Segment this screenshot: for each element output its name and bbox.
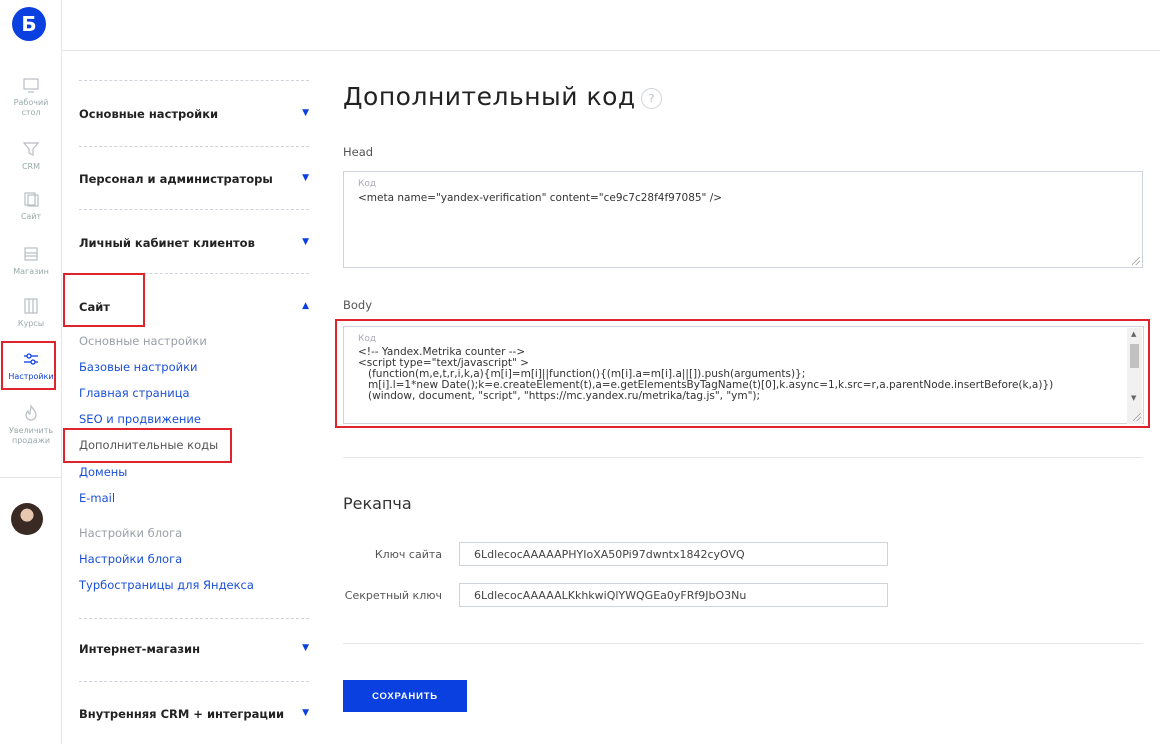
chevron-down-icon: ▼	[302, 237, 309, 247]
rail-divider	[0, 477, 62, 478]
flame-icon	[25, 404, 37, 421]
rail-label-crm: CRM	[21, 162, 41, 171]
rail-label-desktop: Рабочий стол	[13, 98, 49, 117]
submenu-blog-settings[interactable]: Настройки блога	[79, 552, 182, 566]
menu-section-basic[interactable]: Основные настройки ▼	[79, 107, 309, 121]
captcha-title: Рекапча	[343, 494, 412, 513]
submenu-email[interactable]: E-mail	[79, 491, 115, 505]
monitor-icon	[23, 78, 39, 93]
section-divider	[343, 643, 1143, 644]
chevron-down-icon: ▼	[302, 708, 309, 718]
submenu-basic-settings[interactable]: Основные настройки	[79, 334, 207, 348]
body-label: Body	[343, 298, 373, 312]
logo-glyph: Б	[21, 12, 37, 36]
submenu-seo[interactable]: SEO и продвижение	[79, 412, 201, 426]
chevron-down-icon: ▼	[302, 108, 309, 118]
chevron-down-icon: ▼	[302, 173, 309, 183]
book-icon	[24, 298, 38, 314]
left-rail: Б Рабочий стол CRM Сайт Магазин Курсы На…	[0, 0, 62, 744]
site-key-input[interactable]: 6LdlecocAAAAAPHYIoXA50Pi97dwntx1842cyOVQ	[459, 542, 888, 566]
menu-section-cabinet[interactable]: Личный кабинет клиентов ▼	[79, 236, 309, 250]
rail-label-store: Магазин	[13, 267, 49, 276]
submenu-home-page[interactable]: Главная страница	[79, 386, 190, 400]
menu-section-label: Персонал и администраторы	[79, 172, 273, 186]
menu-section-label: Личный кабинет клиентов	[79, 236, 255, 250]
menu-section-staff[interactable]: Персонал и администраторы ▼	[79, 172, 309, 186]
save-button[interactable]: СОХРАНИТЬ	[343, 680, 467, 712]
rail-label-courses: Курсы	[17, 319, 45, 328]
extra-codes-highlight-box	[63, 428, 232, 463]
submenu-turbo-pages[interactable]: Турбостраницы для Яндекса	[79, 578, 254, 592]
rail-label-sales: Увеличить продажи	[9, 426, 54, 445]
rail-item-crm[interactable]: CRM	[0, 140, 62, 172]
secret-key-label: Секретный ключ	[344, 589, 442, 602]
menu-divider	[79, 146, 309, 147]
rail-item-site[interactable]: Сайт	[0, 190, 62, 222]
secret-key-input[interactable]: 6LdlecocAAAAALKkhkwiQlYWQGEa0yFRf9JbO3Nu	[459, 583, 888, 607]
rail-item-store[interactable]: Магазин	[0, 245, 62, 277]
rail-item-sales[interactable]: Увеличить продажи	[0, 404, 62, 446]
menu-section-label: Интернет-магазин	[79, 642, 201, 656]
submenu-base-settings[interactable]: Базовые настройки	[79, 360, 198, 374]
rail-item-courses[interactable]: Курсы	[0, 297, 62, 329]
menu-divider	[79, 80, 309, 81]
page-title: Дополнительный код	[343, 82, 636, 111]
head-label: Head	[343, 145, 374, 159]
submenu-blog-header: Настройки блога	[79, 526, 183, 540]
chevron-up-icon: ▲	[302, 301, 309, 311]
menu-divider	[79, 209, 309, 210]
menu-divider	[79, 681, 309, 682]
menu-divider	[79, 618, 309, 619]
store-icon	[24, 247, 38, 261]
site-highlight-box	[63, 273, 145, 327]
site-key-label: Ключ сайта	[374, 548, 442, 561]
head-code-text: <meta name="yandex-verification" content…	[358, 192, 723, 204]
help-icon[interactable]: ?	[641, 88, 662, 109]
rail-item-desktop[interactable]: Рабочий стол	[0, 76, 62, 118]
header-divider	[62, 50, 1160, 51]
rail-label-site: Сайт	[20, 212, 42, 221]
head-code-field[interactable]: Код <meta name="yandex-verification" con…	[343, 171, 1143, 268]
logo[interactable]: Б	[12, 7, 46, 41]
submenu-domains[interactable]: Домены	[79, 465, 127, 479]
menu-section-crm[interactable]: Внутренняя CRM + интеграции ▼	[79, 707, 309, 721]
resize-handle-icon[interactable]	[1132, 257, 1140, 265]
chevron-down-icon: ▼	[302, 643, 309, 653]
pages-icon	[24, 192, 39, 207]
menu-section-label: Внутренняя CRM + интеграции	[79, 707, 285, 721]
menu-section-shop[interactable]: Интернет-магазин ▼	[79, 642, 309, 656]
head-code-placeholder: Код	[358, 179, 377, 189]
section-divider	[343, 457, 1143, 458]
funnel-icon	[22, 142, 40, 156]
menu-section-label: Основные настройки	[79, 107, 219, 121]
settings-highlight-box	[1, 341, 56, 390]
body-highlight-box	[335, 319, 1150, 428]
avatar[interactable]	[11, 503, 43, 535]
